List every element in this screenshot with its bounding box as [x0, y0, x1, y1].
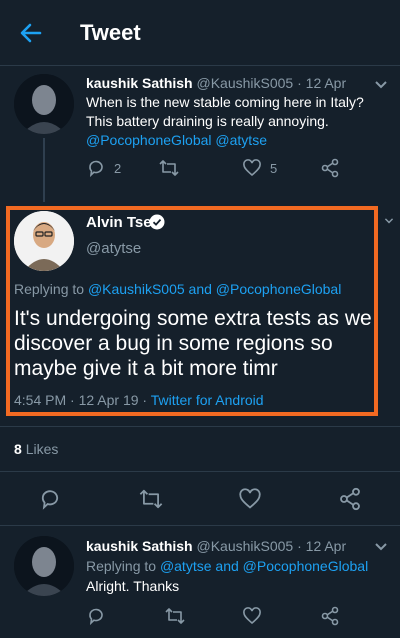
tweet-date: 12 Apr 19	[78, 392, 139, 408]
arrow-left-icon	[20, 23, 42, 43]
back-button[interactable]	[18, 20, 44, 46]
reply-icon	[89, 608, 103, 626]
replying-prefix: Replying to	[14, 281, 85, 297]
page-title: Tweet	[80, 20, 141, 45]
replying-to: Replying to @KaushikS005 and @PocophoneG…	[14, 281, 341, 297]
tweet-actions	[86, 606, 366, 630]
chevron-down-icon[interactable]	[384, 216, 394, 226]
user-handle[interactable]: @KaushikS005	[196, 538, 293, 554]
reply-count: 2	[114, 160, 122, 176]
reply-and: and	[215, 558, 239, 574]
chevron-down-icon[interactable]	[374, 542, 388, 552]
avatar-photo	[14, 536, 74, 596]
heart-icon	[243, 607, 261, 625]
share-button[interactable]	[338, 487, 362, 516]
avatar[interactable]	[14, 536, 74, 596]
reply-button[interactable]	[38, 487, 62, 516]
verified-badge-icon	[149, 214, 165, 230]
user-handle[interactable]: @atytse	[86, 240, 141, 257]
chevron-down-icon[interactable]	[374, 80, 388, 90]
retweet-button[interactable]	[158, 158, 180, 178]
tweet-source-link[interactable]: Twitter for Android	[151, 392, 264, 408]
tweet-text: When is the new stable coming here in It…	[86, 94, 364, 129]
user-name[interactable]: Alvin Tse	[86, 214, 152, 231]
reply-user-link[interactable]: @KaushikS005	[88, 281, 185, 297]
reply-user-link[interactable]: @PocophoneGlobal	[243, 558, 369, 574]
like-button[interactable]	[242, 606, 262, 626]
like-button[interactable]	[238, 487, 262, 516]
app-header: Tweet	[0, 0, 400, 66]
retweet-button[interactable]	[138, 487, 164, 516]
tweet-date: 12 Apr	[305, 75, 347, 91]
user-handle[interactable]: @KaushikS005	[196, 75, 293, 91]
reply-user-link[interactable]: @atytse	[160, 558, 212, 574]
likes-count: 8	[14, 441, 22, 457]
like-count: 5	[270, 160, 278, 176]
replying-to: Replying to @atytse and @PocophoneGlobal	[86, 556, 386, 576]
likes-label: Likes	[25, 441, 59, 457]
user-name[interactable]: kaushik Sathish	[86, 538, 193, 554]
user-name[interactable]: kaushik Sathish	[86, 75, 193, 91]
heart-icon	[239, 488, 261, 509]
reply-user-link[interactable]: @PocophoneGlobal	[216, 281, 342, 297]
like-button[interactable]: 5	[242, 158, 277, 178]
separator: ·	[142, 392, 148, 408]
share-icon	[340, 487, 360, 511]
tweet-time: 4:54 PM	[14, 392, 67, 408]
reply-and: and	[188, 281, 212, 297]
tweet-actions: 2 5	[86, 158, 366, 182]
avatar[interactable]	[14, 74, 74, 134]
tweet-date: 12 Apr	[305, 538, 347, 554]
tweet-meta: 4:54 PM · 12 Apr 19 · Twitter for Androi…	[14, 392, 264, 408]
share-icon	[321, 606, 339, 626]
reply-button[interactable]	[86, 606, 106, 626]
retweet-icon	[139, 489, 163, 509]
thread-line	[43, 138, 45, 202]
reply-button[interactable]: 2	[86, 158, 121, 178]
separator: ·	[297, 538, 302, 554]
tweet-text: It's undergoing some extra tests as we d…	[14, 307, 372, 380]
reply-icon	[41, 490, 59, 510]
avatar-photo	[14, 74, 74, 134]
likes-row[interactable]: 8 Likes	[0, 426, 400, 472]
separator: ·	[70, 392, 75, 408]
tweet-content[interactable]: kaushik Sathish @KaushikS005 · 12 Apr Re…	[86, 536, 386, 596]
heart-icon	[243, 159, 261, 177]
share-button[interactable]	[320, 158, 340, 178]
main-tweet-actions	[0, 472, 400, 526]
tweet-content[interactable]: kaushik Sathish @KaushikS005 · 12 Apr Wh…	[86, 74, 386, 150]
reply-icon	[89, 160, 103, 178]
share-icon	[321, 158, 339, 178]
tweet-mentions[interactable]: @PocophoneGlobal @atytse	[86, 131, 386, 150]
retweet-icon	[159, 160, 179, 176]
share-button[interactable]	[320, 606, 340, 626]
tweet-text: Alright. Thanks	[86, 578, 180, 594]
avatar[interactable]	[14, 211, 74, 271]
likes-summary: 8 Likes	[14, 441, 58, 457]
retweet-icon	[165, 608, 185, 624]
separator: ·	[297, 75, 302, 91]
retweet-button[interactable]	[164, 606, 186, 626]
replying-prefix: Replying to	[86, 558, 157, 574]
avatar-photo	[14, 211, 74, 271]
